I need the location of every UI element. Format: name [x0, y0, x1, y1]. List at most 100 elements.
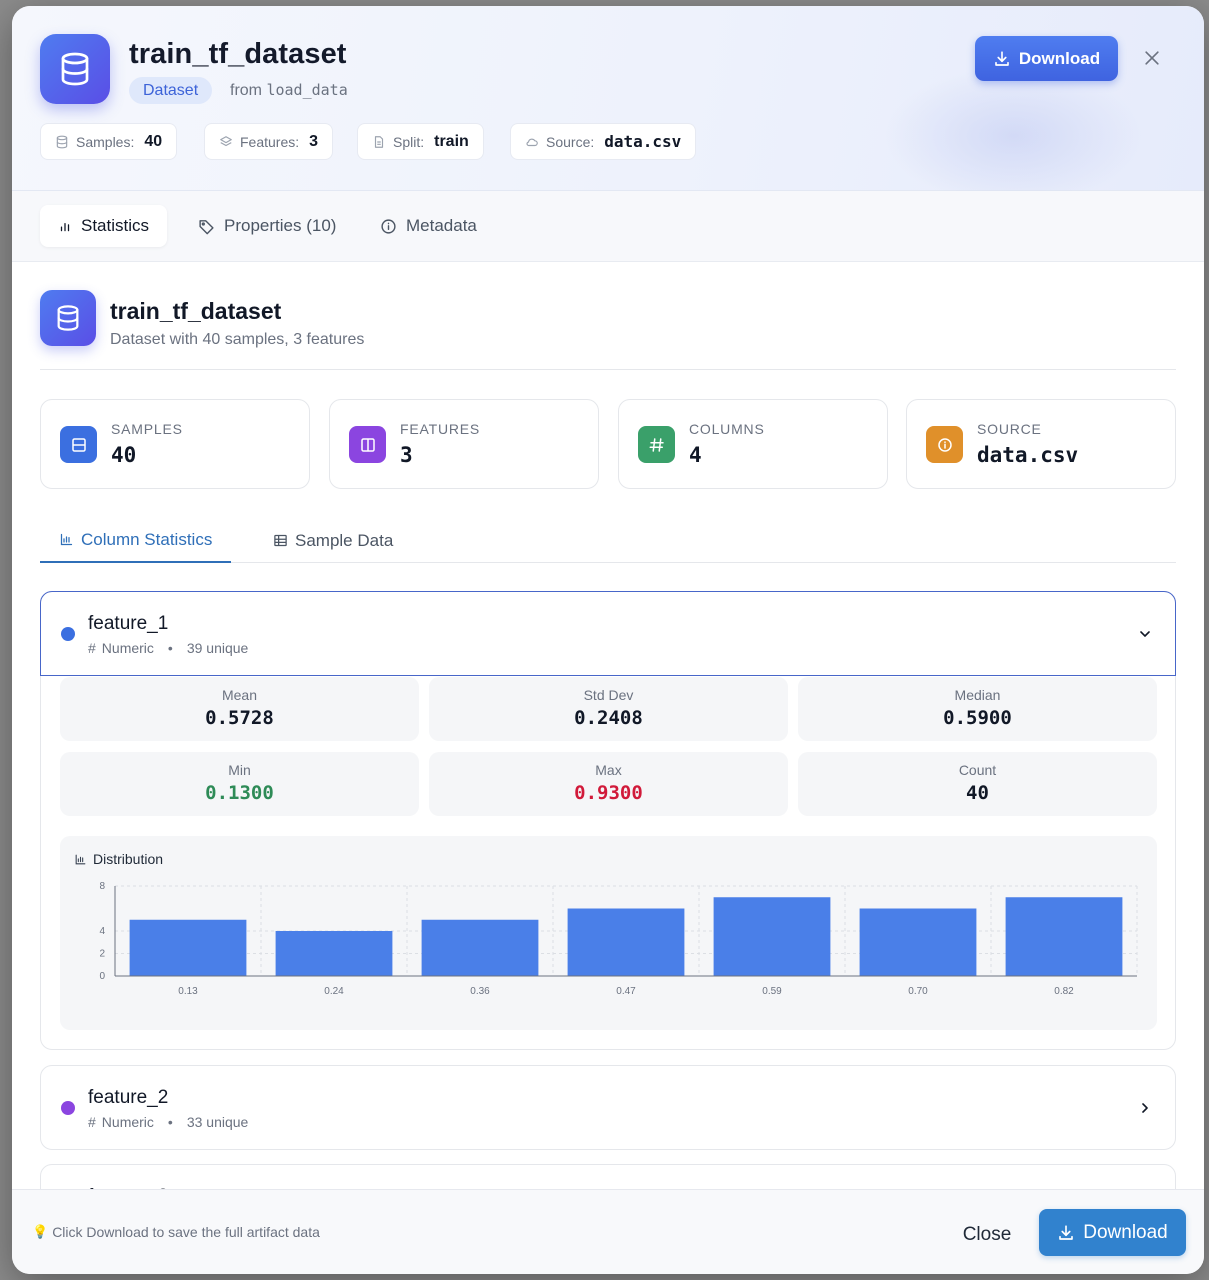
chip-features: Features: 3 — [204, 123, 334, 160]
feature-type: Numeric — [101, 640, 154, 656]
download-icon — [1059, 1224, 1074, 1240]
feature-header[interactable]: feature_2 # Numeric • 33 unique — [41, 1066, 1175, 1150]
subtab-sample-data[interactable]: Sample Data — [254, 518, 412, 563]
summary-subtitle: Dataset with 40 samples, 3 features — [110, 331, 365, 348]
separator: • — [167, 1114, 173, 1130]
stat-card-columns: COLUMNS 4 — [618, 399, 888, 489]
metric-mean: Mean 0.5728 — [60, 677, 419, 741]
tab-label: Statistics — [81, 216, 150, 235]
y-tick-label: 8 — [99, 881, 105, 892]
subtab-label: Sample Data — [295, 530, 394, 550]
metric-max: Max 0.9300 — [429, 752, 788, 816]
tab-metadata[interactable]: Metadata — [362, 205, 495, 247]
summary-title: train_tf_dataset — [110, 298, 282, 324]
stat-card-samples: SAMPLES 40 — [40, 399, 310, 489]
feature-card-1: feature_1 # Numeric • 39 unique Mean 0.5… — [40, 591, 1176, 1050]
columns-icon — [349, 426, 386, 463]
modal-header: train_tf_dataset Dataset from load_data … — [12, 6, 1204, 206]
x-tick-label: 0.24 — [324, 986, 344, 997]
footer-hint: 💡 Click Download to save the full artifa… — [32, 1224, 320, 1240]
x-tick-label: 0.13 — [178, 986, 198, 997]
stat-value: 40 — [111, 443, 137, 467]
feature-name: feature_2 — [88, 1087, 169, 1108]
tab-label: Metadata — [406, 216, 477, 235]
metric-label: Min — [228, 762, 251, 778]
hash-icon: # — [88, 1114, 96, 1130]
chip-value: 40 — [144, 132, 163, 150]
source-step: from load_data — [230, 81, 348, 100]
download-icon — [995, 50, 1009, 66]
y-tick-label: 4 — [99, 926, 105, 937]
y-tick-label: 0 — [99, 971, 105, 982]
close-button[interactable]: Close — [942, 1212, 1032, 1257]
subtab-column-statistics[interactable]: Column Statistics — [40, 518, 232, 563]
database-icon — [40, 290, 96, 346]
close-icon[interactable] — [1140, 46, 1164, 70]
metric-value: 0.5728 — [205, 707, 274, 729]
metric-median: Median 0.5900 — [798, 677, 1157, 741]
info-icon — [926, 426, 963, 463]
from-value: load_data — [266, 81, 348, 99]
metric-value: 0.1300 — [205, 782, 274, 804]
metric-value: 0.9300 — [574, 782, 643, 804]
x-tick-label: 0.59 — [762, 986, 782, 997]
tab-statistics[interactable]: Statistics — [40, 205, 168, 247]
distribution-bar — [275, 931, 393, 976]
feature-color-dot — [61, 1101, 75, 1115]
tab-properties[interactable]: Properties (10) — [180, 205, 354, 247]
metric-label: Std Dev — [583, 687, 634, 703]
stats-subtabs: Column Statistics Sample Data — [40, 518, 1176, 563]
download-label: Download — [1083, 1221, 1168, 1243]
metric-count: Count 40 — [798, 752, 1157, 816]
hash-icon: # — [88, 640, 96, 656]
distribution-bar — [567, 908, 685, 976]
stat-value: data.csv — [977, 443, 1079, 467]
distribution-panel: Distribution 0 2 4 8 0.13 0.24 0.36 0.47 0.59 0.7… — [60, 836, 1157, 1030]
type-badge: Dataset — [129, 77, 213, 104]
chip-source: Source: data.csv — [510, 123, 697, 160]
chip-label: Source: — [546, 133, 595, 150]
main-tabs: Statistics Properties (10) Metadata — [12, 191, 1204, 262]
download-button-footer[interactable]: Download — [1039, 1209, 1186, 1256]
artifact-modal: train_tf_dataset Dataset from load_data … — [12, 6, 1204, 1274]
download-button-header[interactable]: Download — [975, 36, 1118, 81]
bar-chart-icon — [60, 223, 70, 232]
feature-name: feature_1 — [88, 613, 169, 634]
x-tick-label: 0.82 — [1054, 986, 1074, 997]
metric-label: Max — [595, 762, 622, 778]
chip-value: 3 — [309, 132, 319, 150]
x-tick-label: 0.70 — [908, 986, 928, 997]
metric-min: Min 0.1300 — [60, 752, 419, 816]
metric-label: Count — [958, 762, 997, 778]
metric-label: Median — [954, 687, 1001, 703]
feature-meta: # Numeric • 33 unique — [88, 1114, 248, 1130]
metric-value: 40 — [966, 782, 989, 804]
metric-value: 0.2408 — [574, 707, 643, 729]
hint-text: Click Download to save the full artifact… — [52, 1224, 320, 1240]
statistics-panel: train_tf_dataset Dataset with 40 samples… — [12, 262, 1204, 1189]
tab-label: Properties (10) — [224, 216, 337, 235]
divider — [40, 369, 1176, 370]
chip-value: train — [434, 132, 469, 150]
artifact-title: train_tf_dataset — [129, 38, 347, 70]
rows-icon — [60, 426, 97, 463]
metric-std-dev: Std Dev 0.2408 — [429, 677, 788, 741]
subtab-label: Column Statistics — [81, 529, 213, 549]
distribution-bar — [859, 908, 977, 976]
feature-unique: 33 unique — [186, 1114, 249, 1130]
chevron-down-icon[interactable] — [1135, 624, 1155, 644]
download-label: Download — [1018, 48, 1101, 68]
chip-samples: Samples: 40 — [40, 123, 178, 160]
tag-icon — [199, 219, 214, 234]
feature-card-3: feature_3 — [40, 1164, 1176, 1189]
chip-split: Split: train — [357, 123, 484, 160]
chip-label: Features: — [240, 133, 300, 150]
layers-icon — [220, 135, 232, 146]
feature-header[interactable]: feature_3 — [41, 1165, 1175, 1189]
feature-header[interactable]: feature_1 # Numeric • 39 unique — [40, 591, 1176, 676]
stat-label: COLUMNS — [689, 421, 765, 437]
feature-color-dot — [61, 627, 75, 641]
chevron-right-icon[interactable] — [1135, 1098, 1155, 1118]
distribution-bar — [129, 919, 247, 976]
feature-card-2: feature_2 # Numeric • 33 unique — [40, 1065, 1176, 1150]
